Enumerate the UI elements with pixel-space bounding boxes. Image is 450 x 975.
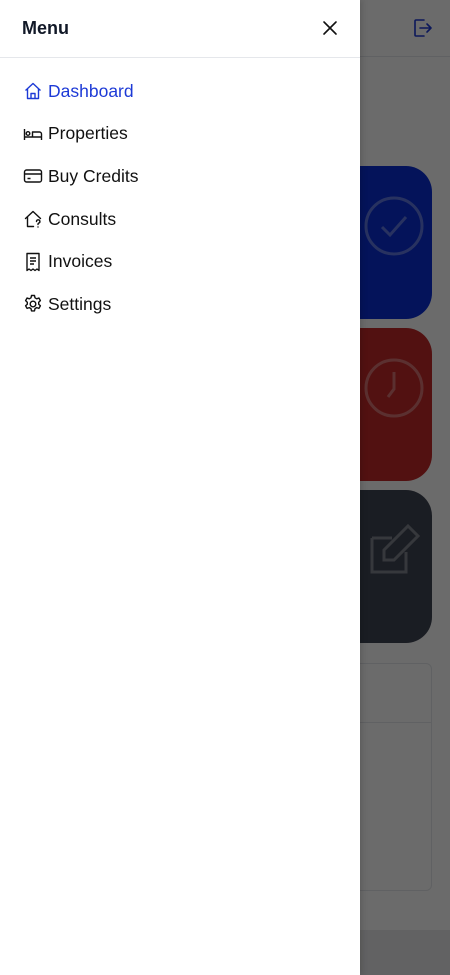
home-icon bbox=[23, 81, 43, 101]
bed-icon bbox=[23, 124, 43, 144]
drawer-header: Menu bbox=[0, 0, 360, 58]
menu-item-settings[interactable]: Settings bbox=[0, 283, 360, 326]
menu-item-label: Consults bbox=[48, 208, 117, 229]
menu-list: Dashboard Properties Buy Credits Consult… bbox=[0, 58, 360, 326]
menu-item-properties[interactable]: Properties bbox=[0, 113, 360, 156]
menu-item-consults[interactable]: Consults bbox=[0, 198, 360, 241]
navigation-drawer: Menu Dashboard Properties Buy Credits Co… bbox=[0, 0, 360, 975]
menu-item-invoices[interactable]: Invoices bbox=[0, 240, 360, 283]
home-question-icon bbox=[23, 209, 43, 229]
menu-item-buy-credits[interactable]: Buy Credits bbox=[0, 155, 360, 198]
gear-icon bbox=[23, 294, 43, 314]
menu-item-label: Invoices bbox=[48, 251, 113, 272]
receipt-icon bbox=[23, 252, 43, 272]
menu-item-label: Buy Credits bbox=[48, 165, 139, 186]
drawer-title: Menu bbox=[22, 18, 69, 38]
menu-item-label: Properties bbox=[48, 123, 128, 144]
menu-item-label: Dashboard bbox=[48, 80, 134, 101]
close-icon[interactable] bbox=[320, 18, 340, 38]
menu-item-dashboard[interactable]: Dashboard bbox=[0, 70, 360, 113]
menu-item-label: Settings bbox=[48, 293, 112, 314]
credit-card-icon bbox=[23, 166, 43, 186]
